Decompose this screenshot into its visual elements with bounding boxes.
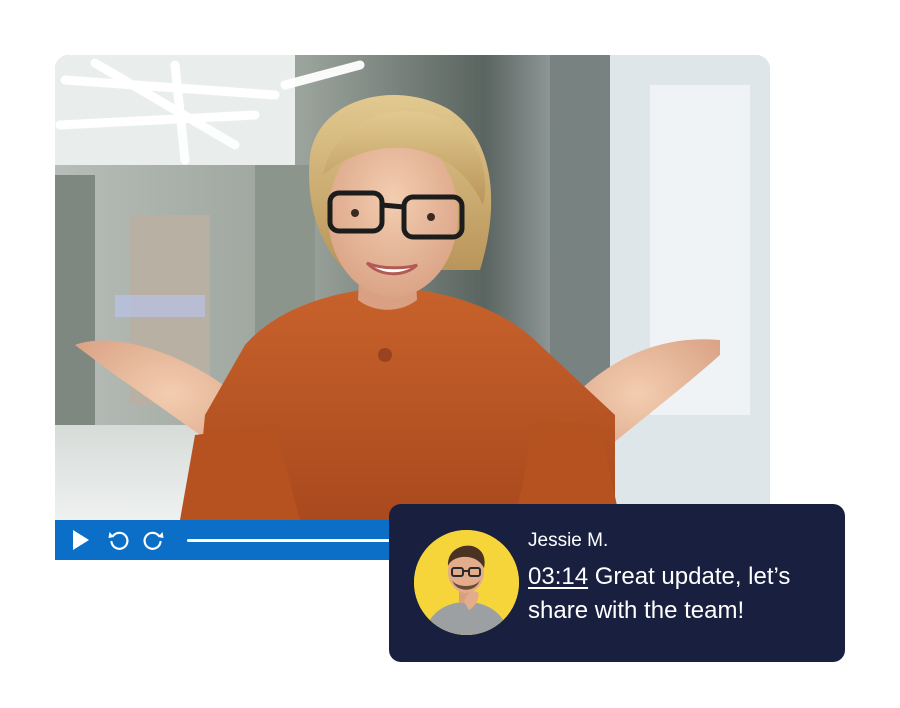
video-player[interactable] xyxy=(55,55,770,560)
user-avatar xyxy=(414,530,519,635)
comment-message: 03:14 Great update, let’s share with the… xyxy=(528,560,828,628)
forward-icon[interactable] xyxy=(141,528,165,552)
comment-card: Jessie M. 03:14 Great update, let’s shar… xyxy=(389,504,845,662)
avatar-image xyxy=(414,530,519,635)
video-frame[interactable] xyxy=(55,55,770,520)
play-icon[interactable] xyxy=(68,528,92,552)
page: Jessie M. 03:14 Great update, let’s shar… xyxy=(0,0,900,708)
comment-author: Jessie M. xyxy=(528,530,609,551)
comment-timestamp-link[interactable]: 03:14 xyxy=(528,563,588,590)
rewind-icon[interactable] xyxy=(107,528,131,552)
seek-progress xyxy=(187,539,419,542)
